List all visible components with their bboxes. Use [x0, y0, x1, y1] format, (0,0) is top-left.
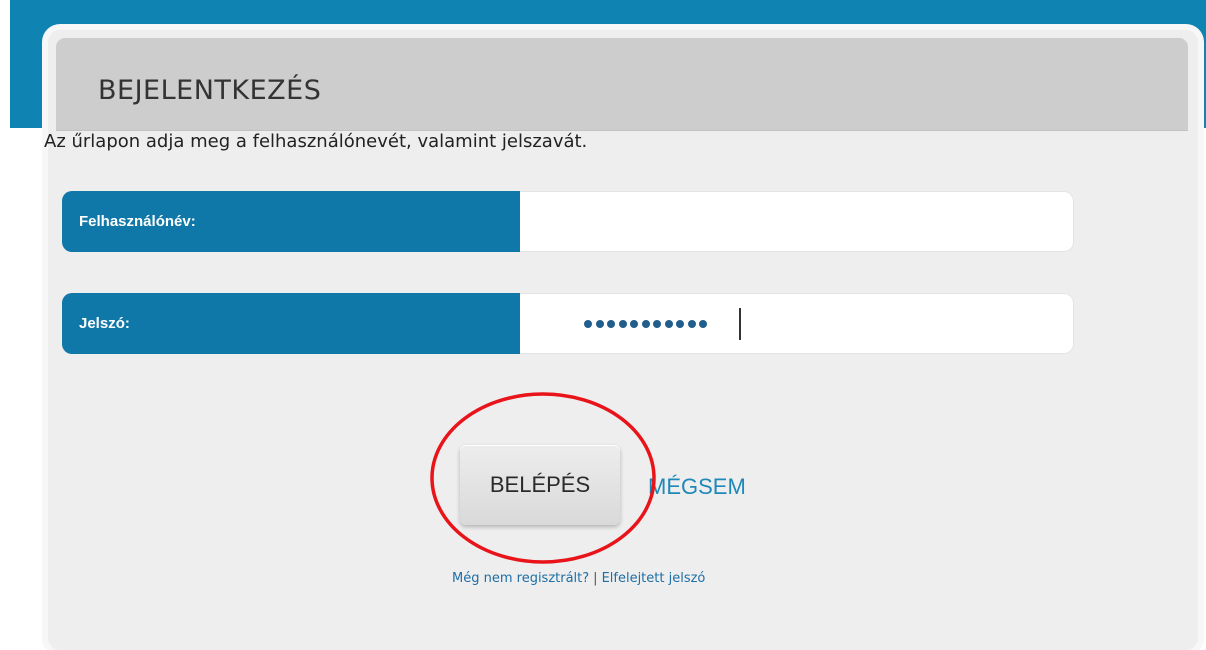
- password-dot: [595, 320, 604, 328]
- password-dot: [630, 320, 638, 328]
- page-title: BEJELENTKEZÉS: [98, 75, 322, 106]
- register-link[interactable]: Még nem regisztrált?: [452, 571, 589, 586]
- password-dot: [699, 320, 707, 328]
- account-links: Még nem regisztrált? | Elfelejtett jelszó: [452, 571, 705, 586]
- login-button[interactable]: BELÉPÉS: [460, 445, 620, 525]
- username-label: Felhasználónév:: [79, 213, 196, 230]
- cancel-button[interactable]: MÉGSEM: [648, 474, 746, 500]
- password-label: Jelszó:: [79, 315, 130, 332]
- password-dot: [607, 320, 615, 328]
- password-dot: [676, 320, 684, 328]
- password-dot: [641, 320, 650, 328]
- password-dot: [664, 320, 673, 328]
- password-dot: [687, 320, 696, 328]
- forgot-password-link[interactable]: Elfelejtett jelszó: [602, 571, 706, 586]
- password-row: Jelszó:: [62, 293, 1074, 354]
- username-label-box: Felhasználónév:: [62, 191, 520, 252]
- link-separator: |: [593, 571, 598, 586]
- password-dot: [618, 320, 627, 328]
- login-header: BEJELENTKEZÉS: [56, 38, 1188, 131]
- password-mask: [584, 313, 707, 335]
- password-label-box: Jelszó:: [62, 293, 520, 354]
- login-instructions: Az űrlapon adja meg a felhasználónevét, …: [44, 131, 588, 152]
- redacted-username: [568, 221, 718, 235]
- password-dot: [584, 320, 592, 328]
- text-cursor: [739, 308, 741, 340]
- password-dot: [653, 320, 661, 328]
